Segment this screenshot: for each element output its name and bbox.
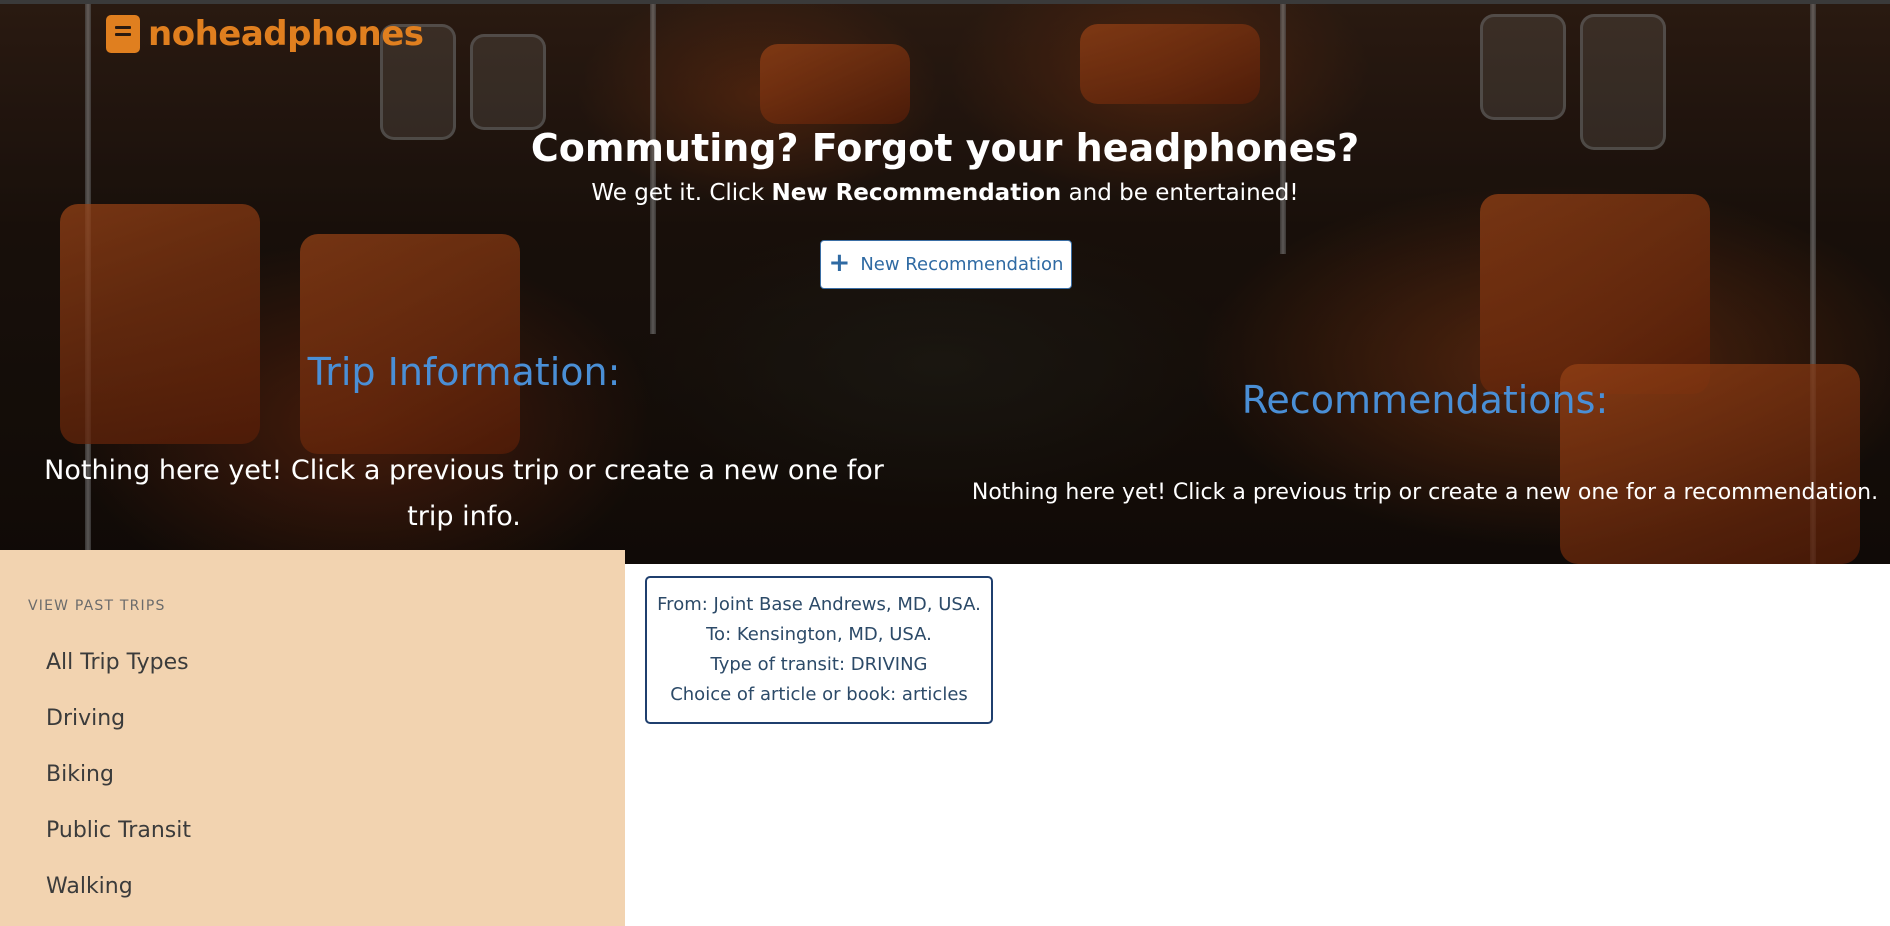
past-trip-card[interactable]: From: Joint Base Andrews, MD, USA. To: K…: [645, 576, 993, 724]
trip-info-empty-text: Nothing here yet! Click a previous trip …: [44, 455, 884, 532]
brand-logo[interactable]: noheadphones: [106, 14, 424, 54]
trip-to: To: Kensington, MD, USA.: [706, 624, 932, 645]
hero-headline: Commuting? Forgot your headphones?: [530, 126, 1360, 170]
subline-prefix: We get it. Click: [591, 180, 772, 206]
subline-bold: New Recommendation: [771, 180, 1062, 206]
sidebar: VIEW PAST TRIPS All Trip Types Driving B…: [0, 550, 625, 926]
brand-name: noheadphones: [148, 14, 424, 54]
sidebar-item-walking[interactable]: Walking: [46, 874, 133, 899]
hero-subline: We get it. Click New Recommendation and …: [0, 180, 1890, 206]
sidebar-item-driving[interactable]: Driving: [46, 706, 125, 731]
trip-transit: Type of transit: DRIVING: [710, 654, 928, 675]
recommendations-empty-text: Nothing here yet! Click a previous trip …: [971, 480, 1879, 505]
sidebar-item-public-transit[interactable]: Public Transit: [46, 818, 191, 843]
new-recommendation-button[interactable]: + New Recommendation: [820, 240, 1072, 289]
recommendations-title: Recommendations:: [1241, 378, 1609, 422]
sidebar-item-all-trip-types[interactable]: All Trip Types: [46, 650, 189, 675]
new-recommendation-label: New Recommendation: [860, 254, 1064, 275]
plus-icon: +: [828, 248, 851, 278]
subline-suffix: and be entertained!: [1061, 180, 1299, 206]
trip-from: From: Joint Base Andrews, MD, USA.: [657, 594, 981, 615]
trip-choice: Choice of article or book: articles: [670, 684, 968, 705]
book-icon: [106, 15, 140, 53]
sidebar-heading: VIEW PAST TRIPS: [28, 598, 166, 614]
trip-info-title: Trip Information:: [307, 350, 621, 394]
sidebar-item-biking[interactable]: Biking: [46, 762, 114, 787]
